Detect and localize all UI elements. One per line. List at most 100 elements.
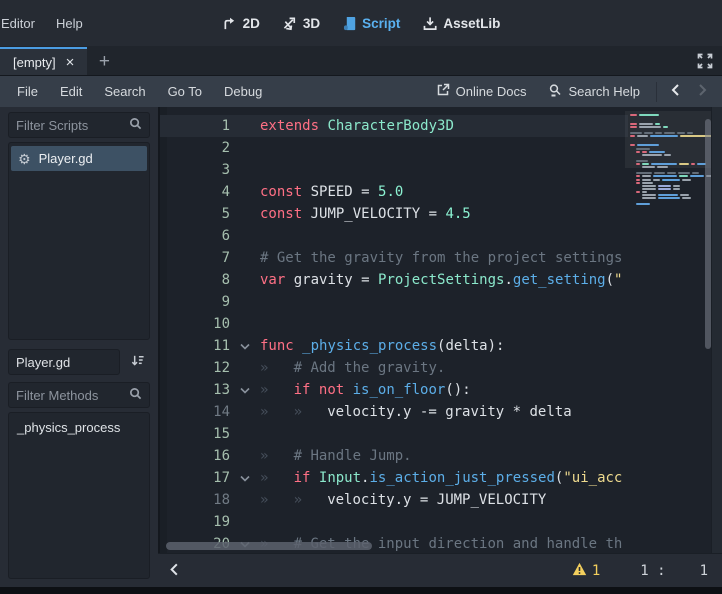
script-menu-bar: File Edit Search Go To Debug Online Docs… [0,76,722,107]
code-line[interactable]: 5const JUMP_VELOCITY = 4.5 [160,203,628,225]
tab-indent-mark: » [260,404,294,420]
menu-edit[interactable]: Edit [49,79,93,104]
history-back-button[interactable] [662,81,689,102]
filter-scripts-input[interactable]: Filter Scripts [8,112,150,138]
line-col-separator: : [657,563,665,579]
scripts-list: ⚙ Player.gd [8,142,150,340]
code-line[interactable]: 18»»velocity.y = JUMP_VELOCITY [160,489,628,511]
line-number: 5 [160,206,230,222]
methods-list: _physics_process [8,412,150,579]
search-icon [129,117,142,133]
2d-icon [222,16,237,31]
script-icon [342,16,356,31]
toggle-distraction-free-button[interactable] [697,53,713,72]
code-editor[interactable]: 1extends CharacterBody3D2 3 4const SPEED =… [158,107,722,553]
mode-assetlib-button[interactable]: AssetLib [422,16,500,31]
code-line[interactable]: 19 [160,511,628,533]
vertical-scrollbar-track[interactable] [711,107,722,553]
gear-icon: ⚙ [18,152,31,166]
scripts-sidebar: Filter Scripts ⚙ Player.gd Player.gd Fil… [0,107,158,587]
line-number: 1 [640,563,648,579]
code-line[interactable]: 11func _physics_process(delta): [160,335,628,357]
close-tab-icon[interactable]: × [66,55,75,70]
line-number: 1 [160,118,230,134]
script-list-item-player[interactable]: ⚙ Player.gd [11,146,147,171]
line-number: 11 [160,338,230,354]
mode-script-button[interactable]: Script [342,16,400,31]
current-script-name: Player.gd [8,349,120,375]
tab-label: [empty] [13,55,56,70]
fold-chevron-icon[interactable] [230,387,260,394]
main-menus: Editor Help [0,0,93,46]
mode-3d-button[interactable]: 3D [282,16,320,31]
line-number: 14 [160,404,230,420]
code-line[interactable]: 12»# Add the gravity. [160,357,628,379]
chevron-left-icon [670,83,681,100]
history-forward-button[interactable] [689,81,716,102]
menu-help[interactable]: Help [46,11,93,36]
tab-indent-mark: » [294,492,328,508]
search-help-icon [548,83,562,100]
status-bar: 1 1 : 1 [158,553,722,587]
line-number: 8 [160,272,230,288]
line-number: 13 [160,382,230,398]
search-help-button[interactable]: Search Help [537,83,651,100]
code-line[interactable]: 16»# Handle Jump. [160,445,628,467]
line-number: 18 [160,492,230,508]
column-number: 1 [700,563,708,579]
fold-chevron-icon[interactable] [230,475,260,482]
code-line[interactable]: 7# Get the gravity from the project sett… [160,247,628,269]
line-number: 9 [160,294,230,310]
godot-script-editor: Editor Help 2D 3D Script AssetLib [0,0,722,593]
code-line[interactable]: 8var gravity = ProjectSettings.get_setti… [160,269,628,291]
code-line[interactable]: 13»if not is_on_floor(): [160,379,628,401]
mode-switcher: 2D 3D Script AssetLib [222,16,501,31]
line-number: 10 [160,316,230,332]
code-lines: 1extends CharacterBody3D2 3 4const SPEED =… [160,115,628,553]
3d-icon [282,16,297,31]
code-minimap[interactable] [628,110,704,550]
code-line[interactable]: 3 [160,159,628,181]
menu-editor[interactable]: Editor [0,11,45,36]
search-icon [129,387,142,403]
code-line[interactable]: 10 [160,313,628,335]
tab-indent-mark: » [294,404,328,420]
new-script-button[interactable]: + [87,49,121,75]
tab-indent-mark: » [260,470,294,486]
chevron-left-icon [168,562,180,580]
menu-goto[interactable]: Go To [157,79,213,104]
code-line[interactable]: 6 [160,225,628,247]
filter-methods-input[interactable]: Filter Methods [8,382,150,408]
code-line[interactable]: 2 [160,137,628,159]
external-link-icon [436,83,450,100]
method-list-item[interactable]: _physics_process [17,420,141,435]
line-number: 19 [160,514,230,530]
fold-chevron-icon[interactable] [230,343,260,350]
horizontal-scrollbar-thumb[interactable] [166,542,372,550]
tab-indent-mark: » [260,492,294,508]
warnings-indicator[interactable]: 1 [572,562,600,580]
menu-search[interactable]: Search [93,79,156,104]
code-line[interactable]: 4const SPEED = 5.0 [160,181,628,203]
code-line[interactable]: 15 [160,423,628,445]
code-line[interactable]: 17»if Input.is_action_just_pressed("ui_a… [160,467,628,489]
code-line[interactable]: 1extends CharacterBody3D [160,115,628,137]
line-number: 17 [160,470,230,486]
mode-2d-button[interactable]: 2D [222,16,260,31]
assetlib-icon [422,16,437,31]
code-line[interactable]: 14»»velocity.y -= gravity * delta [160,401,628,423]
online-docs-button[interactable]: Online Docs [425,83,538,100]
tab-empty-script[interactable]: [empty] × [0,47,87,75]
top-bar: Editor Help 2D 3D Script AssetLib [0,0,722,46]
line-number: 7 [160,250,230,266]
sort-methods-button[interactable] [124,349,150,375]
code-line[interactable]: 9 [160,291,628,313]
sort-icon [130,353,145,371]
collapse-panel-button[interactable] [168,562,180,580]
vertical-scrollbar-thumb[interactable] [705,119,711,349]
menu-debug[interactable]: Debug [213,79,273,104]
menu-file[interactable]: File [6,79,49,104]
line-number: 3 [160,162,230,178]
line-number: 6 [160,228,230,244]
chevron-right-icon [697,83,708,100]
